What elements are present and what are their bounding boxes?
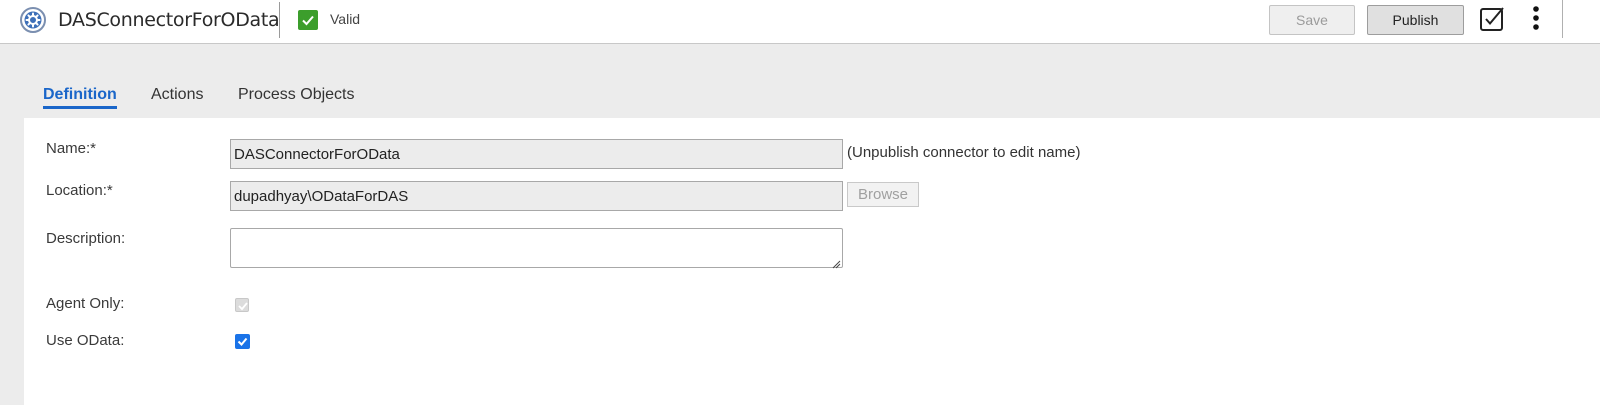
resize-grip-icon[interactable] xyxy=(831,256,841,269)
check-icon xyxy=(298,10,318,30)
page-title: DASConnectorForOData xyxy=(58,9,280,31)
header-divider xyxy=(279,2,280,38)
header-edge-divider xyxy=(1562,0,1563,38)
location-label: Location:* xyxy=(46,182,113,199)
description-input[interactable] xyxy=(230,228,843,269)
definition-panel: Name:* DASConnectorForOData (Unpublish c… xyxy=(24,118,1600,405)
agent-only-label: Agent Only: xyxy=(46,295,125,312)
name-label: Name:* xyxy=(46,140,97,157)
validate-icon[interactable] xyxy=(1479,6,1505,32)
status-label: Valid xyxy=(330,11,361,27)
location-field: dupadhyay\ODataForDAS xyxy=(230,181,843,211)
agent-only-checkbox xyxy=(235,298,249,312)
browse-button: Browse xyxy=(847,182,919,207)
use-odata-checkbox[interactable] xyxy=(235,334,250,349)
name-field: DASConnectorForOData xyxy=(230,139,843,169)
gear-badge-icon xyxy=(20,7,46,33)
use-odata-label: Use OData: xyxy=(46,332,125,349)
description-label: Description: xyxy=(46,230,126,247)
save-button[interactable]: Save xyxy=(1269,5,1355,35)
name-hint: (Unpublish connector to edit name) xyxy=(847,144,1081,161)
top-header: DASConnectorForOData Valid Save Publish xyxy=(0,0,1600,44)
tab-actions[interactable]: Actions xyxy=(151,86,203,104)
publish-button[interactable]: Publish xyxy=(1367,5,1464,35)
tab-bar: Definition Actions Process Objects xyxy=(0,44,1600,118)
more-options-icon[interactable] xyxy=(1529,4,1543,34)
tab-process-objects[interactable]: Process Objects xyxy=(238,86,354,104)
tab-definition[interactable]: Definition xyxy=(43,86,117,109)
